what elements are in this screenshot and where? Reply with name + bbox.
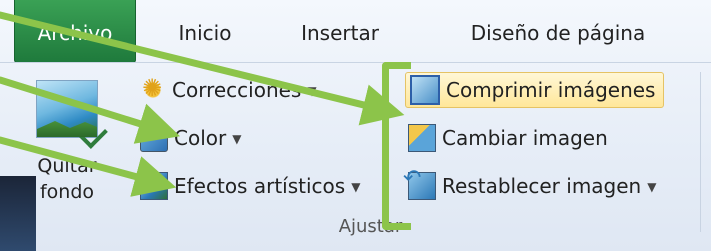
- annotation-arrow-effects: [0, 136, 177, 197]
- annotation-arrows: [0, 11, 405, 197]
- annotation-arrow-color: [0, 76, 181, 144]
